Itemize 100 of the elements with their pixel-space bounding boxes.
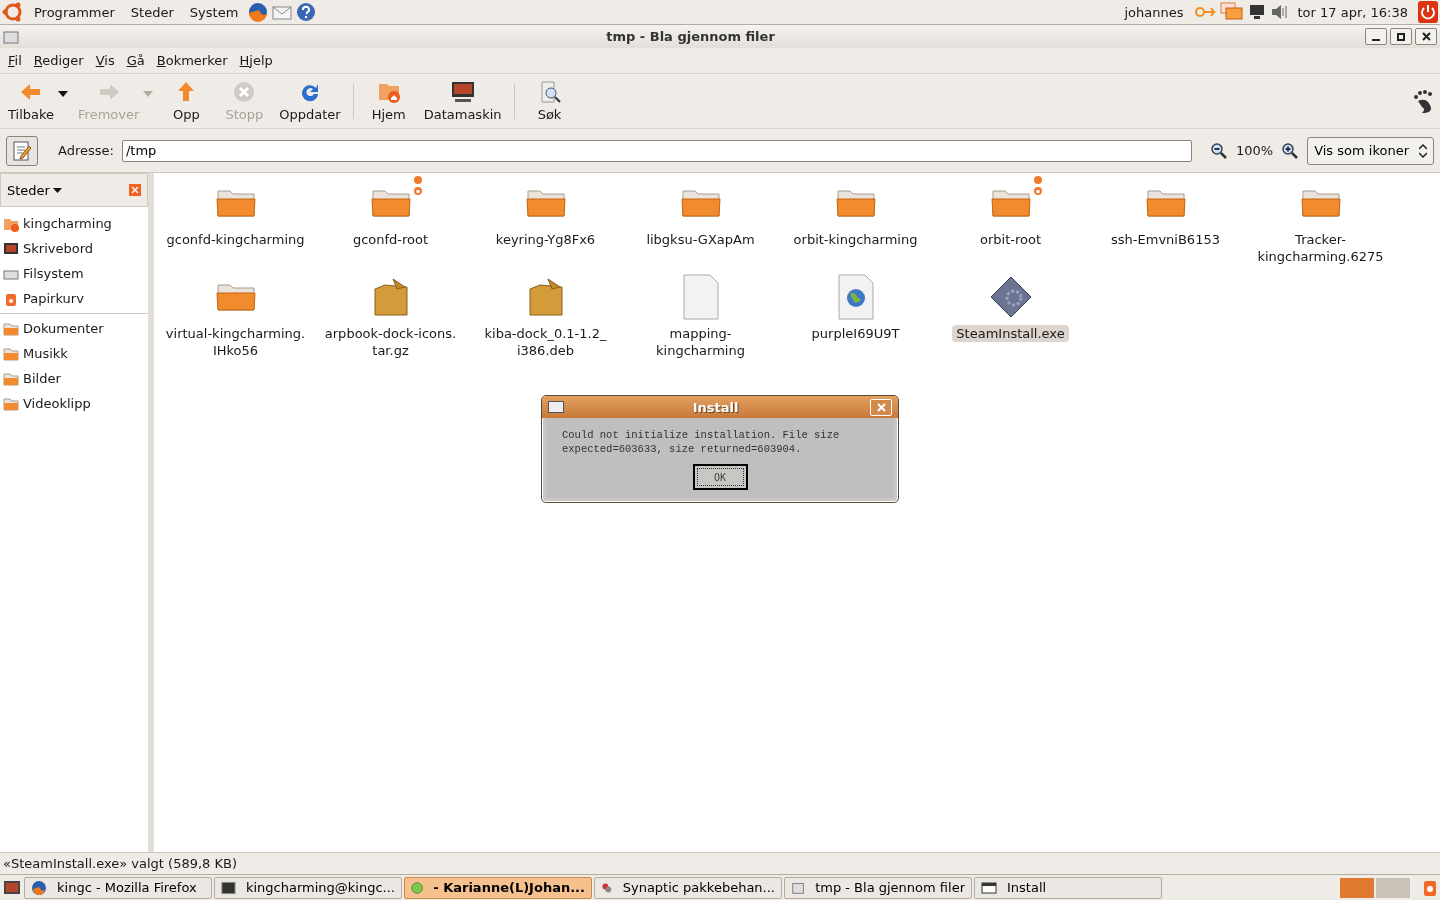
chat-bubbles-icon xyxy=(1219,2,1244,22)
toolbar-button[interactable]: Opp xyxy=(157,78,216,124)
folder-icon xyxy=(990,187,1031,219)
folder-icon xyxy=(370,187,411,219)
status-dot-icon xyxy=(411,879,424,896)
help-icon xyxy=(296,2,317,22)
file-name[interactable]: orbit-kingcharming xyxy=(789,231,922,248)
globe-icon xyxy=(248,2,269,22)
toolbar-button[interactable]: Oppdater xyxy=(273,78,347,124)
file-name[interactable]: mapping- kingcharming xyxy=(652,325,749,359)
address-label: Adresse: xyxy=(58,143,114,158)
file-name[interactable]: keyring-Yg8Fx6 xyxy=(491,231,600,248)
sidebar-item[interactable]: Papirkurv xyxy=(0,286,148,311)
file-name[interactable]: SteamInstall.exe xyxy=(952,325,1069,342)
dropdown-caret-icon[interactable] xyxy=(58,91,69,97)
menu-item[interactable]: Vis xyxy=(89,53,121,68)
toolbar-button[interactable]: Tilbake xyxy=(2,78,61,124)
toolbar-button[interactable]: Datamaskin xyxy=(417,78,508,124)
file-name[interactable]: gconfd-root xyxy=(348,231,433,248)
menu-item[interactable]: Hjelp xyxy=(233,53,279,68)
file-name[interactable]: kiba-dock_0.1-1.2_ i386.deb xyxy=(480,325,611,359)
status-text: «SteamInstall.exe» valgt (589,8 KB) xyxy=(0,852,1440,874)
menu-item[interactable]: Rediger xyxy=(27,53,90,68)
minimize-button[interactable] xyxy=(1365,28,1387,45)
globe-icon xyxy=(31,879,47,896)
zoom-out-icon xyxy=(1209,141,1228,160)
folder-icon xyxy=(3,395,19,412)
folder-icon xyxy=(3,320,19,337)
desktop-icon xyxy=(3,240,19,257)
folder-icon xyxy=(215,281,256,313)
power-icon xyxy=(1418,1,1438,23)
gear-diamond-icon xyxy=(989,276,1032,318)
speaker-icon xyxy=(1269,3,1288,21)
file-name[interactable]: orbit-root xyxy=(976,231,1045,248)
places-dropdown[interactable]: Steder xyxy=(7,182,62,198)
file-name[interactable]: Tracker- kingcharming.6275 xyxy=(1253,231,1388,265)
task-button[interactable]: kingc - Mozilla Firefox xyxy=(24,876,212,899)
address-field[interactable]: /tmp xyxy=(121,139,1192,162)
folder-icon xyxy=(1145,187,1186,219)
panel-menu[interactable]: Programmer xyxy=(28,4,121,20)
close-icon xyxy=(876,402,886,412)
dialog-title: Install xyxy=(691,399,740,415)
zoom-in-icon xyxy=(1281,141,1300,160)
sidebar-item[interactable]: Videoklipp xyxy=(0,391,148,416)
ubuntu-logo-icon xyxy=(2,1,24,23)
terminal-icon xyxy=(221,879,236,896)
zoom-level: 100% xyxy=(1235,143,1274,158)
menu-item[interactable]: Gå xyxy=(120,53,151,68)
task-button[interactable]: tmp - Bla gjennom filer xyxy=(784,876,972,899)
close-button[interactable] xyxy=(1415,28,1437,45)
folder-icon xyxy=(680,187,721,219)
close-icon xyxy=(129,184,141,196)
close-icon xyxy=(1421,32,1431,41)
toolbar-button[interactable]: Hjem xyxy=(359,78,418,124)
maximize-button[interactable] xyxy=(1390,28,1412,45)
spinner-arrows-icon xyxy=(1419,143,1427,158)
view-select[interactable]: Vis som ikoner xyxy=(1307,136,1434,165)
task-button[interactable]: Install xyxy=(974,876,1162,899)
folder-icon xyxy=(1300,187,1341,219)
task-button[interactable]: Synaptic pakkebehan... xyxy=(594,876,782,899)
clock[interactable]: tor 17 apr, 16:38 xyxy=(1291,4,1414,20)
task-button[interactable]: kingcharming@kingc... xyxy=(214,876,402,899)
globe-document-icon xyxy=(837,274,874,320)
panel-menu[interactable]: System xyxy=(183,4,245,20)
dialog-message: Could not initialize installation. File size expected=603633, size returned=603904. xyxy=(561,428,840,456)
package-icon xyxy=(527,277,564,317)
dialog-close-button[interactable] xyxy=(870,398,892,416)
toolbar-button[interactable]: Søk xyxy=(520,78,579,124)
edit-location-button[interactable] xyxy=(6,135,38,166)
sidebar-item[interactable]: Skrivebord xyxy=(0,236,148,261)
window-icon xyxy=(981,879,997,896)
menu-item[interactable]: Bokmerker xyxy=(150,53,234,68)
sidebar-item[interactable]: Bilder xyxy=(0,366,148,391)
folder-icon xyxy=(215,187,256,219)
document-icon xyxy=(682,274,719,320)
sidebar-item[interactable]: Musikk xyxy=(0,341,148,366)
file-name[interactable]: purpleI69U9T xyxy=(807,325,904,342)
monitor-icon xyxy=(450,80,475,104)
caret-icon xyxy=(52,187,62,193)
minimize-icon xyxy=(1372,38,1380,41)
sidebar-item[interactable]: kingcharming xyxy=(0,211,148,236)
network-icon xyxy=(1247,3,1266,21)
folder-icon xyxy=(835,187,876,219)
sidebar-item[interactable]: Dokumenter xyxy=(0,316,148,341)
file-name[interactable]: gconfd-kingcharming xyxy=(162,231,309,248)
window-icon xyxy=(548,401,564,413)
file-name[interactable]: ssh-EmvniB6153 xyxy=(1107,231,1224,248)
task-button[interactable]: - Karianne(L)Johan... xyxy=(404,876,592,899)
package-icon xyxy=(372,277,409,317)
file-name[interactable]: libgksu-GXapAm xyxy=(642,231,759,248)
file-name[interactable]: arpbook-dock-icons. tar.gz xyxy=(320,325,461,359)
panel-menu[interactable]: Steder xyxy=(124,4,180,20)
sidebar-item[interactable]: Filsystem xyxy=(0,261,148,286)
folder-icon xyxy=(525,187,566,219)
maximize-icon xyxy=(1397,32,1405,41)
window-title: tmp - Bla gjennom filer xyxy=(605,29,776,44)
file-name[interactable]: virtual-kingcharming. IHko56 xyxy=(161,325,310,359)
menu-item[interactable]: Fil xyxy=(2,53,28,68)
ok-button[interactable]: OK xyxy=(692,464,748,490)
user-name[interactable]: johannes xyxy=(1118,4,1190,20)
